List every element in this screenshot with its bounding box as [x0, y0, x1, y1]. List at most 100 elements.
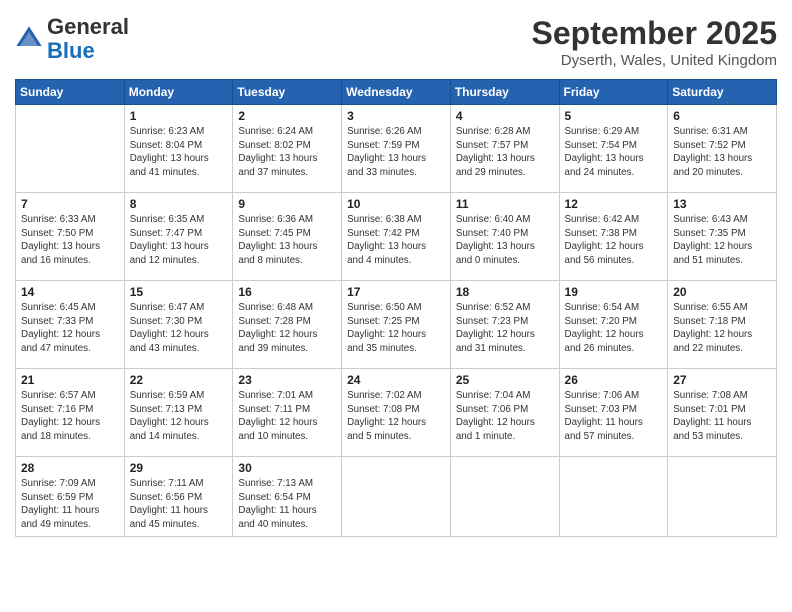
day-number: 6: [673, 109, 771, 123]
day-number: 15: [130, 285, 228, 299]
table-row: [16, 105, 125, 193]
weekday-header-row: SundayMondayTuesdayWednesdayThursdayFrid…: [16, 80, 777, 105]
day-number: 13: [673, 197, 771, 211]
day-number: 1: [130, 109, 228, 123]
weekday-monday: Monday: [124, 80, 233, 105]
day-number: 2: [238, 109, 336, 123]
day-number: 29: [130, 461, 228, 475]
day-number: 4: [456, 109, 554, 123]
table-row: 19 Sunrise: 6:54 AMSunset: 7:20 PMDayligh…: [559, 281, 668, 369]
table-row: 7Sunrise: 6:33 AMSunset: 7:50 PMDaylight…: [16, 193, 125, 281]
day-info: Sunrise: 6:47 AMSunset: 7:30 PMDaylight:…: [130, 301, 228, 356]
table-row: 10 Sunrise: 6:38 AMSunset: 7:42 PMDayligh…: [342, 193, 451, 281]
day-info: Sunrise: 6:55 AMSunset: 7:18 PMDaylight:…: [673, 301, 771, 356]
table-row: 16Sunrise: 6:48 AMSunset: 7:28 PMDayligh…: [233, 281, 342, 369]
table-row: 12 Sunrise: 6:42 AMSunset: 7:38 PMDayligh…: [559, 193, 668, 281]
table-row: 25 Sunrise: 7:04 AMSunset: 7:06 PMDayligh…: [450, 369, 559, 457]
calendar-week-4: 21 Sunrise: 6:57 AMSunset: 7:16 PMDayligh…: [16, 369, 777, 457]
table-row: 17 Sunrise: 6:50 AMSunset: 7:25 PMDayligh…: [342, 281, 451, 369]
day-info: Sunrise: 6:57 AMSunset: 7:16 PMDaylight:…: [21, 389, 119, 444]
weekday-friday: Friday: [559, 80, 668, 105]
logo-general: General: [47, 14, 129, 39]
day-number: 27: [673, 373, 771, 387]
day-number: 18: [456, 285, 554, 299]
day-number: 11: [456, 197, 554, 211]
table-row: 4 Sunrise: 6:28 AMSunset: 7:57 PMDaylight…: [450, 105, 559, 193]
table-row: 23 Sunrise: 7:01 AMSunset: 7:11 PMDayligh…: [233, 369, 342, 457]
day-number: 8: [130, 197, 228, 211]
day-number: 12: [565, 197, 663, 211]
day-info: Sunrise: 7:08 AMSunset: 7:01 PMDaylight:…: [673, 389, 771, 444]
day-info: Sunrise: 6:23 AMSunset: 8:04 PMDaylight:…: [130, 125, 228, 180]
table-row: 22 Sunrise: 6:59 AMSunset: 7:13 PMDayligh…: [124, 369, 233, 457]
calendar-week-1: 1 Sunrise: 6:23 AMSunset: 8:04 PMDaylight…: [16, 105, 777, 193]
day-info: Sunrise: 6:38 AMSunset: 7:42 PMDaylight:…: [347, 213, 445, 268]
day-number: 19: [565, 285, 663, 299]
day-info: Sunrise: 6:35 AMSunset: 7:47 PMDaylight:…: [130, 213, 228, 268]
table-row: 30 Sunrise: 7:13 AMSunset: 6:54 PMDayligh…: [233, 457, 342, 537]
table-row: 26Sunrise: 7:06 AMSunset: 7:03 PMDayligh…: [559, 369, 668, 457]
day-info: Sunrise: 6:29 AMSunset: 7:54 PMDaylight:…: [565, 125, 663, 180]
weekday-wednesday: Wednesday: [342, 80, 451, 105]
weekday-saturday: Saturday: [668, 80, 777, 105]
calendar-week-2: 7Sunrise: 6:33 AMSunset: 7:50 PMDaylight…: [16, 193, 777, 281]
table-row: 21 Sunrise: 6:57 AMSunset: 7:16 PMDayligh…: [16, 369, 125, 457]
day-number: 21: [21, 373, 119, 387]
day-info: Sunrise: 7:11 AMSunset: 6:56 PMDaylight:…: [130, 477, 228, 532]
day-info: Sunrise: 7:01 AMSunset: 7:11 PMDaylight:…: [238, 389, 336, 444]
day-info: Sunrise: 7:09 AMSunset: 6:59 PMDaylight:…: [21, 477, 119, 532]
day-number: 23: [238, 373, 336, 387]
day-number: 30: [238, 461, 336, 475]
day-info: Sunrise: 7:04 AMSunset: 7:06 PMDaylight:…: [456, 389, 554, 444]
logo-icon: [15, 25, 43, 53]
table-row: 24Sunrise: 7:02 AMSunset: 7:08 PMDayligh…: [342, 369, 451, 457]
table-row: [668, 457, 777, 537]
day-number: 24: [347, 373, 445, 387]
day-number: 22: [130, 373, 228, 387]
calendar-week-5: 28 Sunrise: 7:09 AMSunset: 6:59 PMDayligh…: [16, 457, 777, 537]
table-row: 5Sunrise: 6:29 AMSunset: 7:54 PMDaylight…: [559, 105, 668, 193]
day-number: 28: [21, 461, 119, 475]
table-row: 13 Sunrise: 6:43 AMSunset: 7:35 PMDayligh…: [668, 193, 777, 281]
weekday-thursday: Thursday: [450, 80, 559, 105]
day-info: Sunrise: 6:59 AMSunset: 7:13 PMDaylight:…: [130, 389, 228, 444]
table-row: 1 Sunrise: 6:23 AMSunset: 8:04 PMDaylight…: [124, 105, 233, 193]
calendar-table: SundayMondayTuesdayWednesdayThursdayFrid…: [15, 79, 777, 537]
table-row: 18 Sunrise: 6:52 AMSunset: 7:23 PMDayligh…: [450, 281, 559, 369]
day-info: Sunrise: 6:42 AMSunset: 7:38 PMDaylight:…: [565, 213, 663, 268]
day-info: Sunrise: 6:24 AMSunset: 8:02 PMDaylight:…: [238, 125, 336, 180]
day-info: Sunrise: 6:54 AMSunset: 7:20 PMDaylight:…: [565, 301, 663, 356]
day-info: Sunrise: 6:28 AMSunset: 7:57 PMDaylight:…: [456, 125, 554, 180]
page-header: General Blue September 2025 Dyserth, Wal…: [15, 15, 777, 69]
day-number: 7: [21, 197, 119, 211]
calendar-week-3: 14 Sunrise: 6:45 AMSunset: 7:33 PMDayligh…: [16, 281, 777, 369]
day-number: 3: [347, 109, 445, 123]
day-info: Sunrise: 6:45 AMSunset: 7:33 PMDaylight:…: [21, 301, 119, 356]
day-number: 9: [238, 197, 336, 211]
day-info: Sunrise: 7:13 AMSunset: 6:54 PMDaylight:…: [238, 477, 336, 532]
day-info: Sunrise: 6:26 AMSunset: 7:59 PMDaylight:…: [347, 125, 445, 180]
table-row: 20Sunrise: 6:55 AMSunset: 7:18 PMDayligh…: [668, 281, 777, 369]
table-row: 3 Sunrise: 6:26 AMSunset: 7:59 PMDaylight…: [342, 105, 451, 193]
title-block: September 2025 Dyserth, Wales, United Ki…: [532, 15, 777, 69]
logo-blue: Blue: [47, 38, 95, 63]
day-number: 10: [347, 197, 445, 211]
day-info: Sunrise: 6:52 AMSunset: 7:23 PMDaylight:…: [456, 301, 554, 356]
weekday-sunday: Sunday: [16, 80, 125, 105]
day-info: Sunrise: 6:43 AMSunset: 7:35 PMDaylight:…: [673, 213, 771, 268]
logo: General Blue: [15, 15, 129, 63]
table-row: 28 Sunrise: 7:09 AMSunset: 6:59 PMDayligh…: [16, 457, 125, 537]
day-number: 14: [21, 285, 119, 299]
table-row: 9 Sunrise: 6:36 AMSunset: 7:45 PMDaylight…: [233, 193, 342, 281]
table-row: 14 Sunrise: 6:45 AMSunset: 7:33 PMDayligh…: [16, 281, 125, 369]
day-info: Sunrise: 6:40 AMSunset: 7:40 PMDaylight:…: [456, 213, 554, 268]
table-row: 8 Sunrise: 6:35 AMSunset: 7:47 PMDaylight…: [124, 193, 233, 281]
day-info: Sunrise: 6:31 AMSunset: 7:52 PMDaylight:…: [673, 125, 771, 180]
day-number: 25: [456, 373, 554, 387]
day-number: 17: [347, 285, 445, 299]
table-row: 27 Sunrise: 7:08 AMSunset: 7:01 PMDayligh…: [668, 369, 777, 457]
day-info: Sunrise: 6:48 AMSunset: 7:28 PMDaylight:…: [238, 301, 336, 356]
table-row: 6 Sunrise: 6:31 AMSunset: 7:52 PMDaylight…: [668, 105, 777, 193]
day-info: Sunrise: 6:36 AMSunset: 7:45 PMDaylight:…: [238, 213, 336, 268]
day-info: Sunrise: 6:50 AMSunset: 7:25 PMDaylight:…: [347, 301, 445, 356]
